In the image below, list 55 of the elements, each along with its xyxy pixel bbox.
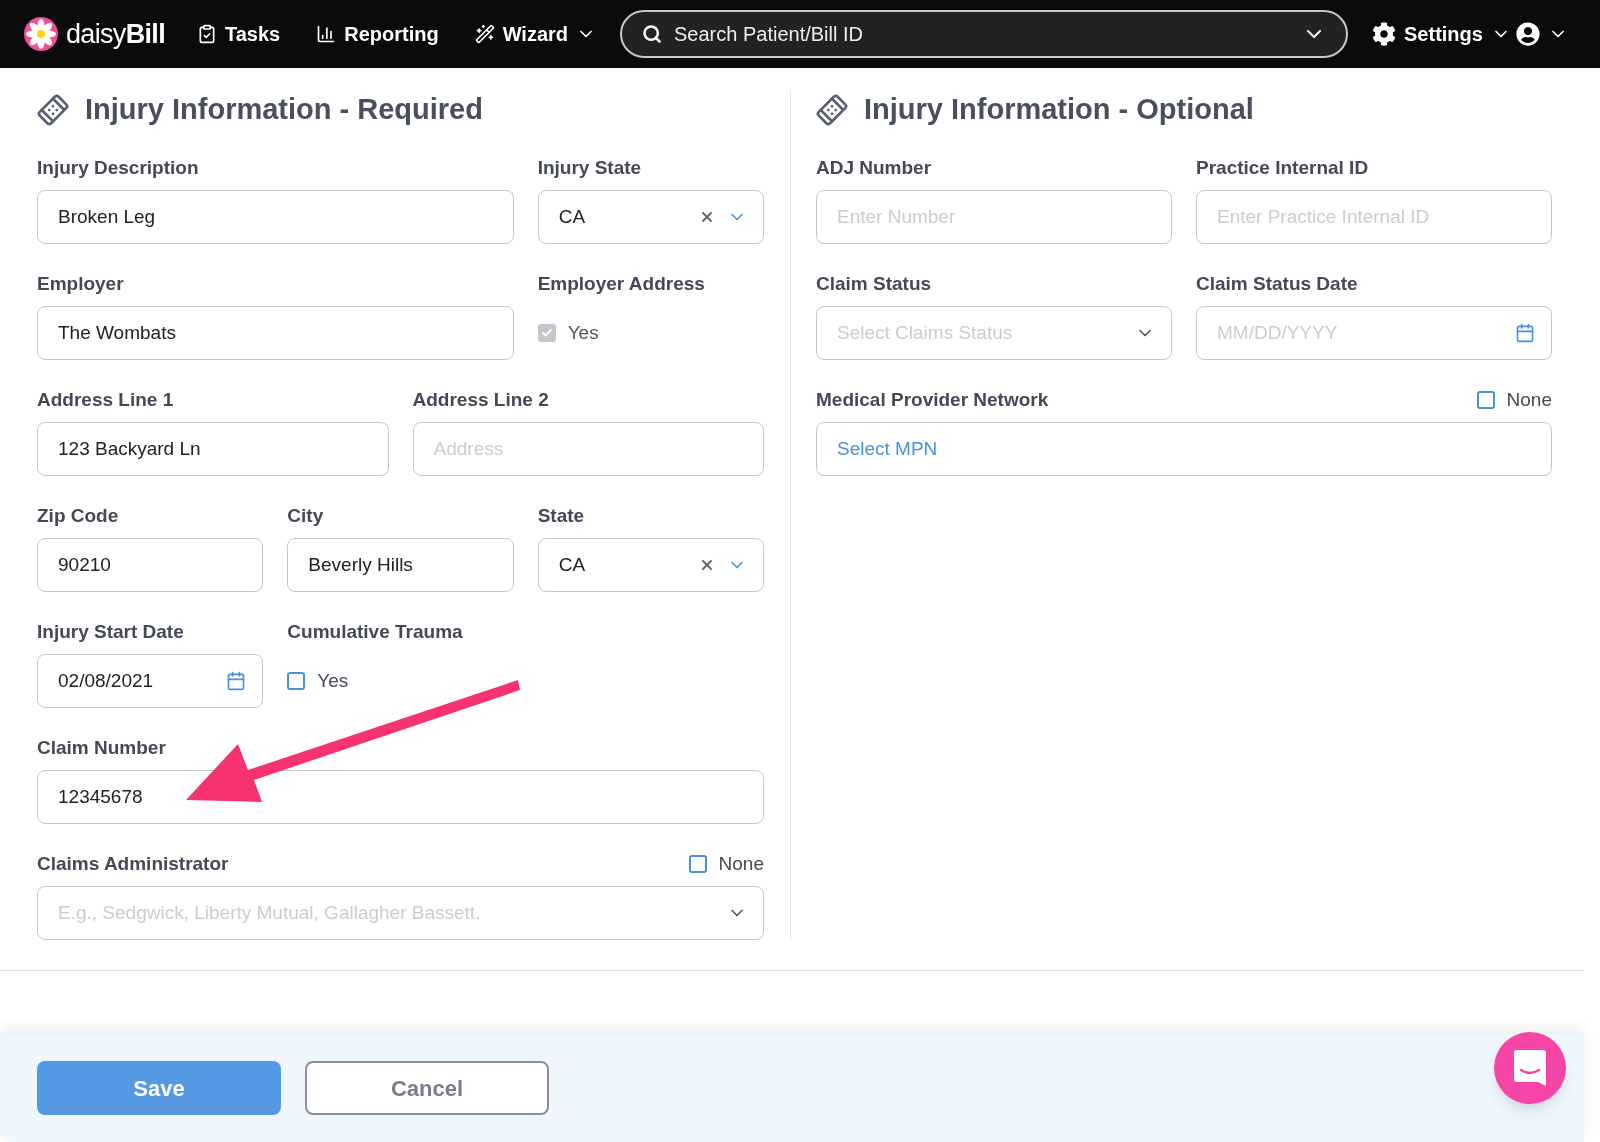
field-label: Employer Address <box>537 271 705 296</box>
calendar-icon <box>226 671 247 691</box>
magic-wand-icon <box>474 24 495 44</box>
field-label: Injury Start Date <box>37 619 184 644</box>
text-field[interactable]: 90210 <box>37 538 264 592</box>
checkbox-label: None <box>1506 387 1552 412</box>
field-label: Injury Description <box>37 155 199 180</box>
settings-icon <box>1372 22 1397 46</box>
brand-logo[interactable]: daisyBill <box>66 13 165 55</box>
text-field[interactable]: Broken Leg <box>37 190 514 244</box>
date-field[interactable]: 02/08/2021 <box>37 654 264 708</box>
nav-menu-item[interactable]: Reporting <box>316 19 439 49</box>
cancel-button[interactable]: Cancel <box>305 1061 549 1115</box>
checkbox[interactable] <box>1476 391 1495 409</box>
field-label: Employer <box>37 271 124 296</box>
checkbox-label: Yes <box>317 668 349 693</box>
nav-menu-item[interactable]: Wizard <box>474 19 597 49</box>
field-label: Cumulative Trauma <box>287 619 463 644</box>
section-title: Injury Information - Required <box>85 92 483 128</box>
field-label: Zip Code <box>37 503 119 528</box>
chat-bubble-icon <box>1514 1050 1546 1086</box>
search-icon <box>642 24 663 44</box>
field-label: Address Line 1 <box>37 387 174 412</box>
field-label: Medical Provider Network <box>816 387 1049 412</box>
checkbox-label: None <box>718 851 764 876</box>
settings-menu[interactable]: Settings <box>1372 19 1511 49</box>
field-label: Claim Status Date <box>1196 271 1358 296</box>
text-field[interactable]: The Wombats <box>37 306 514 360</box>
field-label: Claim Number <box>37 735 166 760</box>
text-field[interactable]: Beverly Hills <box>287 538 514 592</box>
field-label: Injury State <box>537 155 642 180</box>
field-label: ADJ Number <box>816 155 932 180</box>
field-label: City <box>287 503 324 528</box>
text-field[interactable]: 12345678 <box>37 770 764 824</box>
calendar-icon <box>1515 323 1535 343</box>
nav-menu-item[interactable]: Tasks <box>196 19 281 49</box>
check-icon <box>540 327 553 339</box>
text-field[interactable]: 123 Backyard Ln <box>37 422 389 476</box>
checkbox[interactable] <box>287 672 306 690</box>
flower-logo-icon <box>24 17 58 51</box>
select-field[interactable]: CA <box>537 190 764 244</box>
field-label: Practice Internal ID <box>1196 155 1369 180</box>
checkbox-label: Yes <box>567 320 599 345</box>
field-label: Claim Status <box>816 271 932 296</box>
select-field[interactable]: CA <box>537 538 764 592</box>
field-label: Claims Administrator <box>37 851 229 876</box>
clear-icon[interactable] <box>699 209 715 225</box>
section-title: Injury Information - Optional <box>864 92 1254 128</box>
clear-icon[interactable] <box>699 557 715 573</box>
user-avatar-icon <box>1516 22 1540 46</box>
checkbox[interactable] <box>688 855 707 873</box>
search-field[interactable]: Search Patient/Bill ID <box>620 10 1349 58</box>
field-label: State <box>537 503 585 528</box>
field-label: Address Line 2 <box>412 387 549 412</box>
bar-chart-icon <box>316 24 337 44</box>
